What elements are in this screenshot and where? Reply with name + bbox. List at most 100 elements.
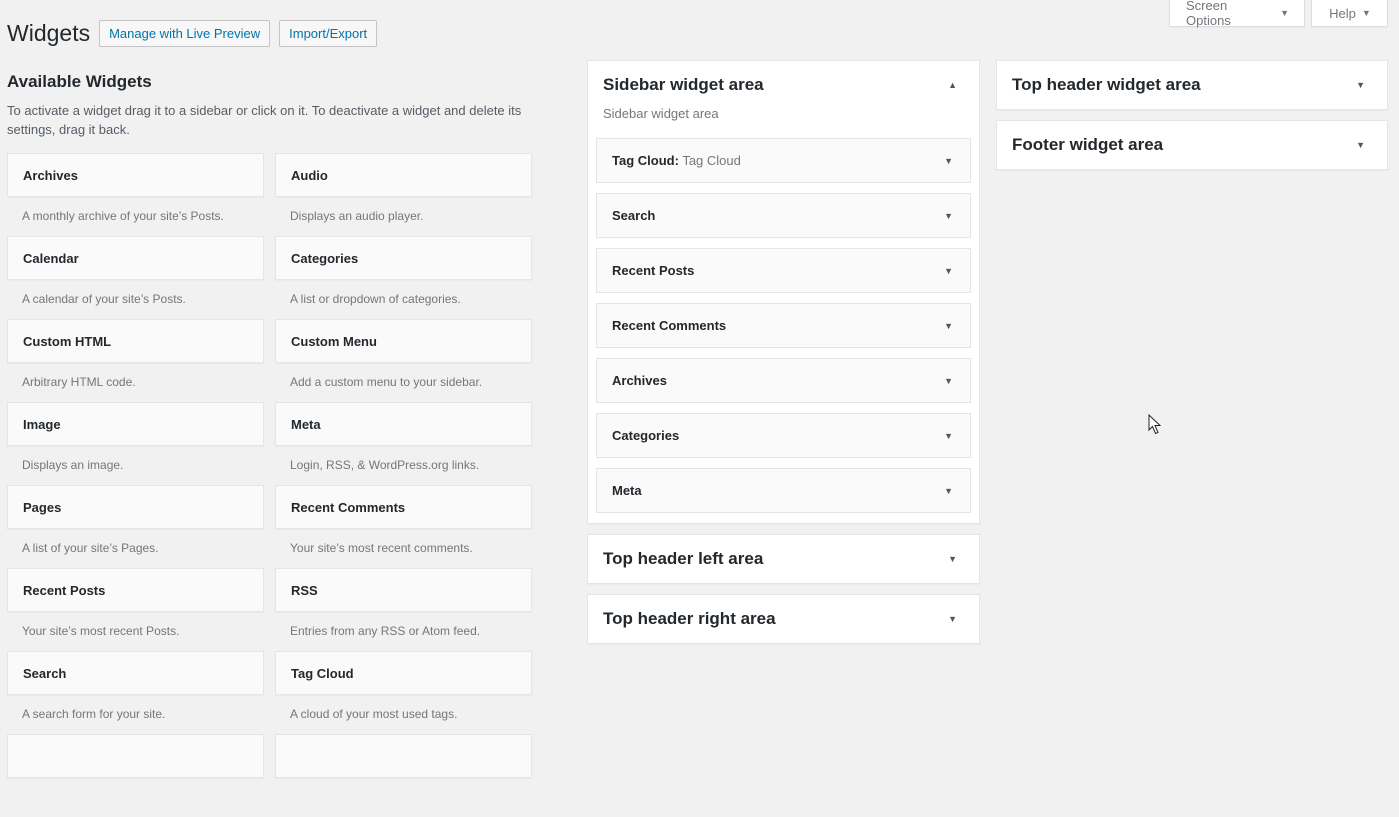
available-widget xyxy=(275,734,532,817)
available-widget-title[interactable]: Archives xyxy=(7,153,264,197)
help-button[interactable]: Help ▼ xyxy=(1311,0,1388,27)
available-widget-title[interactable]: Calendar xyxy=(7,236,264,280)
caret-down-icon[interactable]: ▼ xyxy=(948,614,957,624)
available-widget-title[interactable]: Meta xyxy=(275,402,532,446)
caret-down-icon[interactable]: ▼ xyxy=(1356,80,1365,90)
sidebar-widget-item[interactable]: Meta ▼ xyxy=(596,468,971,513)
caret-down-icon[interactable]: ▼ xyxy=(1356,140,1365,150)
available-widget: Pages A list of your site’s Pages. xyxy=(7,485,264,568)
top-header-right-area-header[interactable]: Top header right area ▼ xyxy=(588,595,979,643)
page-header: Widgets Manage with Live Preview Import/… xyxy=(7,19,386,47)
widget-name: Archives xyxy=(612,373,667,388)
caret-down-icon[interactable]: ▼ xyxy=(944,156,953,166)
available-widget-title[interactable]: Image xyxy=(7,402,264,446)
mouse-pointer-icon xyxy=(1148,414,1162,435)
widget-subtitle: : Tag Cloud xyxy=(674,153,741,168)
caret-down-icon[interactable]: ▼ xyxy=(944,211,953,221)
available-widget-title[interactable]: Tag Cloud xyxy=(275,651,532,695)
available-widget-title[interactable]: Recent Posts xyxy=(7,568,264,612)
caret-down-icon[interactable]: ▼ xyxy=(944,266,953,276)
available-widget: Recent Posts Your site’s most recent Post… xyxy=(7,568,264,651)
footer-widget-area-header[interactable]: Footer widget area ▼ xyxy=(997,121,1387,169)
widget-title: Categories xyxy=(612,428,679,443)
sidebar-widget-area: Sidebar widget area ▲ Sidebar widget are… xyxy=(587,60,980,524)
available-widget-description: A monthly archive of your site’s Posts. xyxy=(22,209,224,223)
manage-live-preview-button[interactable]: Manage with Live Preview xyxy=(99,19,271,47)
available-widget: Custom Menu Add a custom menu to your sid… xyxy=(275,319,532,402)
available-widget: Audio Displays an audio player. xyxy=(275,153,532,236)
widget-title: Meta xyxy=(612,483,642,498)
available-widget-description: Arbitrary HTML code. xyxy=(22,375,136,389)
area-title: Footer widget area xyxy=(1012,135,1164,154)
available-widget-description: Displays an audio player. xyxy=(290,209,424,223)
available-widget: Image Displays an image. xyxy=(7,402,264,485)
available-widget-title[interactable]: Audio xyxy=(275,153,532,197)
sidebar-widget-item[interactable]: Categories ▼ xyxy=(596,413,971,458)
caret-down-icon[interactable]: ▼ xyxy=(944,486,953,496)
available-widget-title[interactable] xyxy=(275,734,532,778)
available-widgets-heading: Available Widgets xyxy=(7,72,152,91)
available-widget-title[interactable]: Recent Comments xyxy=(275,485,532,529)
widget-title: Recent Posts xyxy=(612,263,694,278)
available-widget: Archives A monthly archive of your site’s… xyxy=(7,153,264,236)
sidebar-widget-item[interactable]: Archives ▼ xyxy=(596,358,971,403)
caret-down-icon: ▼ xyxy=(1361,8,1371,18)
sidebar-widget-item[interactable]: Tag Cloud: Tag Cloud ▼ xyxy=(596,138,971,183)
available-widget: Search A search form for your site. xyxy=(7,651,264,734)
available-widget-description: Login, RSS, & WordPress.org links. xyxy=(290,458,480,472)
help-label: Help xyxy=(1329,5,1356,21)
widget-name: Search xyxy=(612,208,656,223)
caret-down-icon[interactable]: ▼ xyxy=(944,431,953,441)
widget-title: Search xyxy=(612,208,655,223)
available-widget-description: A calendar of your site’s Posts. xyxy=(22,292,186,306)
top-header-left-area-header[interactable]: Top header left area ▼ xyxy=(588,535,979,583)
available-widget-title[interactable]: Custom Menu xyxy=(275,319,532,363)
available-widget-title[interactable]: Categories xyxy=(275,236,532,280)
widget-title: Tag Cloud: Tag Cloud xyxy=(612,153,741,168)
area-title: Sidebar widget area xyxy=(603,75,764,94)
caret-down-icon[interactable]: ▼ xyxy=(944,376,953,386)
available-widget-description: Displays an image. xyxy=(22,458,124,472)
available-widget: Recent Comments Your site’s most recent c… xyxy=(275,485,532,568)
widget-title: Recent Comments xyxy=(612,318,726,333)
available-widget: Tag Cloud A cloud of your most used tags. xyxy=(275,651,532,734)
available-widget xyxy=(7,734,264,817)
area-title: Top header widget area xyxy=(1012,75,1201,94)
available-widget-title[interactable] xyxy=(7,734,264,778)
screen-options-button[interactable]: Screen Options ▼ xyxy=(1169,0,1305,28)
screen-meta-links: Screen Options ▼ Help ▼ xyxy=(1169,0,1388,28)
caret-up-icon[interactable]: ▲ xyxy=(948,80,957,90)
widget-name: Tag Cloud xyxy=(612,153,675,168)
available-widget-description: Your site’s most recent Posts. xyxy=(22,624,180,638)
caret-down-icon[interactable]: ▼ xyxy=(944,321,953,331)
available-widgets-description: To activate a widget drag it to a sideba… xyxy=(7,103,522,137)
top-header-left-area: Top header left area ▼ xyxy=(587,534,980,584)
available-widget-description: A list of your site’s Pages. xyxy=(22,541,159,555)
import-export-button[interactable]: Import/Export xyxy=(279,19,378,47)
footer-widget-area: Footer widget area ▼ xyxy=(996,120,1388,170)
area-description: Sidebar widget area xyxy=(603,106,719,121)
available-widget: Categories A list or dropdown of categori… xyxy=(275,236,532,319)
top-header-widget-area-header[interactable]: Top header widget area ▼ xyxy=(997,61,1387,109)
area-title: Top header left area xyxy=(603,549,764,568)
top-header-right-area: Top header right area ▼ xyxy=(587,594,980,644)
available-widget-title[interactable]: Search xyxy=(7,651,264,695)
sidebar-widget-item[interactable]: Recent Posts ▼ xyxy=(596,248,971,293)
sidebar-widget-area-header[interactable]: Sidebar widget area ▲ xyxy=(588,61,979,109)
sidebar-widget-item[interactable]: Recent Comments ▼ xyxy=(596,303,971,348)
available-widget-title[interactable]: Custom HTML xyxy=(7,319,264,363)
available-widget-description: A list or dropdown of categories. xyxy=(290,292,461,306)
page-title: Widgets xyxy=(7,20,91,46)
caret-down-icon[interactable]: ▼ xyxy=(948,554,957,564)
available-widget: Custom HTML Arbitrary HTML code. xyxy=(7,319,264,402)
available-widget-title[interactable]: RSS xyxy=(275,568,532,612)
available-widget-description: Entries from any RSS or Atom feed. xyxy=(290,624,481,638)
screen-options-label: Screen Options xyxy=(1186,0,1231,28)
available-widget-title[interactable]: Pages xyxy=(7,485,264,529)
top-header-widget-area: Top header widget area ▼ xyxy=(996,60,1388,110)
widget-title: Archives xyxy=(612,373,667,388)
available-widget: Calendar A calendar of your site’s Posts. xyxy=(7,236,264,319)
caret-down-icon: ▼ xyxy=(1280,8,1289,18)
available-widget: RSS Entries from any RSS or Atom feed. xyxy=(275,568,532,651)
sidebar-widget-item[interactable]: Search ▼ xyxy=(596,193,971,238)
